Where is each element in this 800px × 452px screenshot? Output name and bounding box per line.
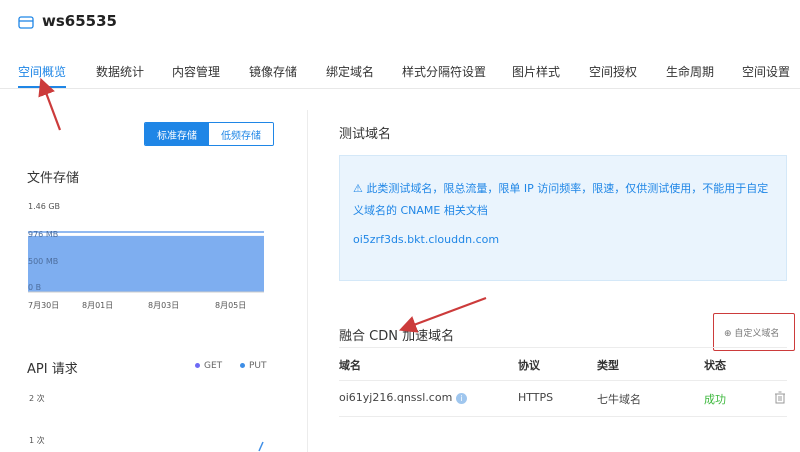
annotation-arrow-tab	[38, 77, 62, 131]
annotation-arrows	[38, 77, 487, 333]
annotation-arrow-cdn	[398, 296, 487, 333]
